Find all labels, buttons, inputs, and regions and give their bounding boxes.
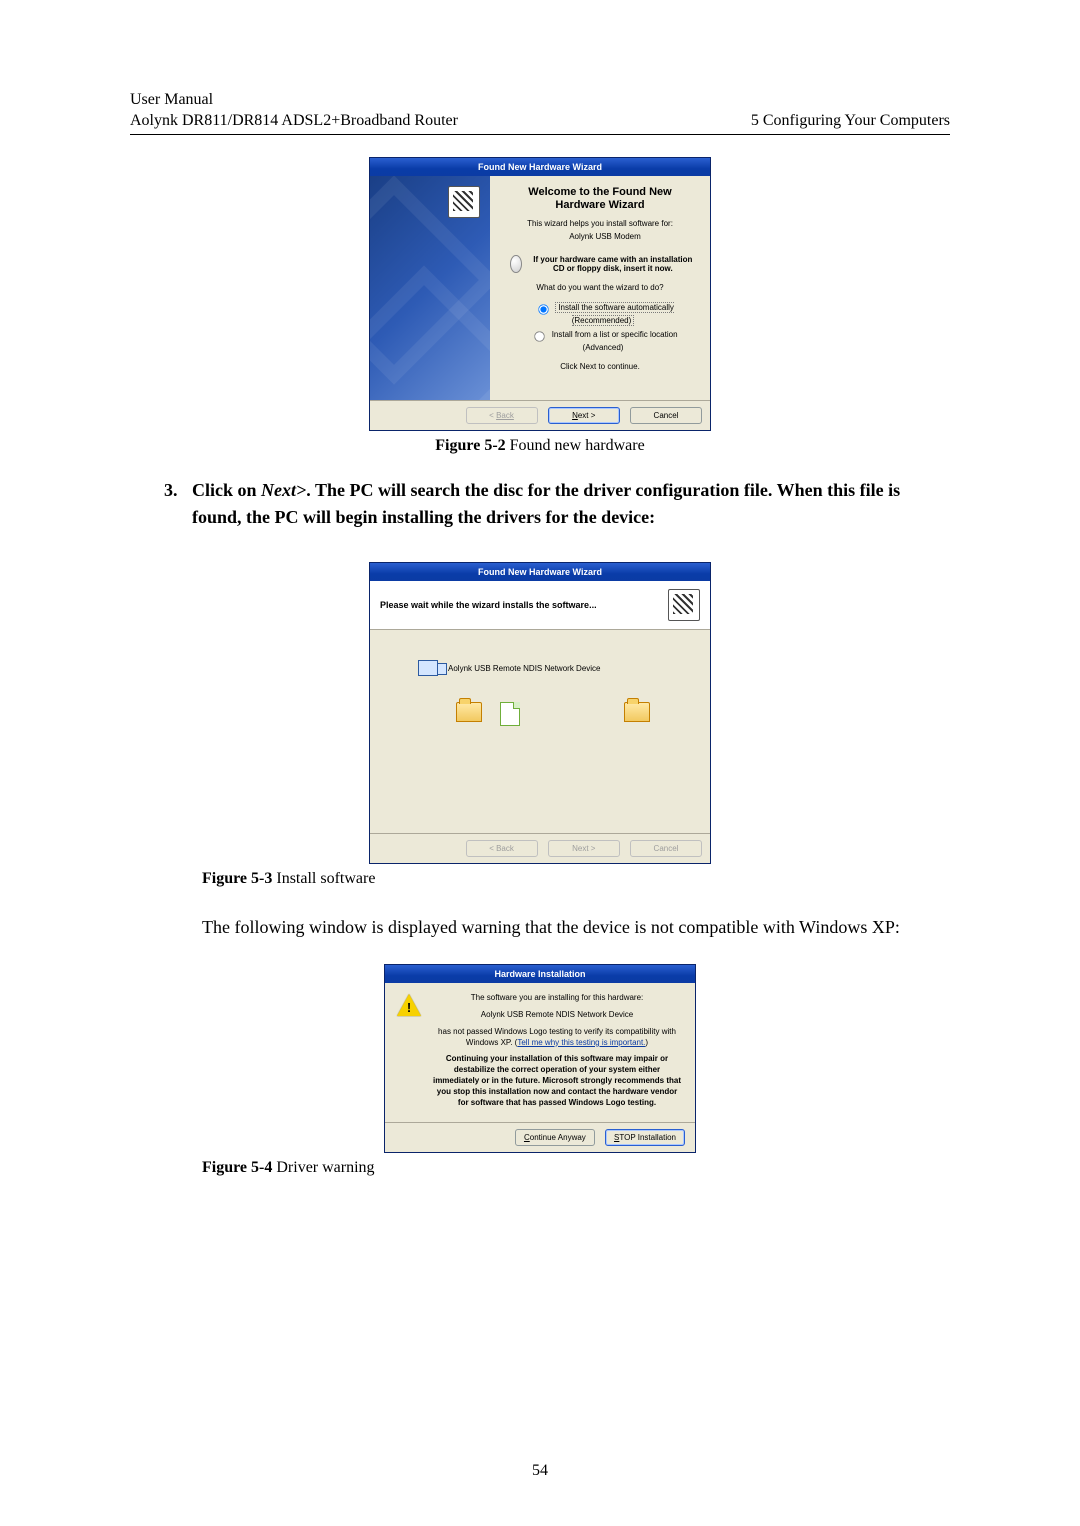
figure-5-4-caption: Figure 5-4 Driver warning xyxy=(202,1159,950,1177)
wizard-heading: Welcome to the Found New Hardware Wizard xyxy=(502,186,698,214)
wizard-intro: This wizard helps you install software f… xyxy=(502,219,698,228)
hardware-installation-warning-dialog: Hardware Installation The software you a… xyxy=(384,964,696,1153)
found-hardware-wizard-dialog: Found New Hardware Wizard Welcome to the… xyxy=(369,157,711,431)
install-progress-animation xyxy=(390,702,690,726)
dialog-button-bar: < Back Next > Cancel xyxy=(370,400,710,430)
install-device-name: Aolynk USB Remote NDIS Network Device xyxy=(448,664,601,673)
folder-icon xyxy=(456,702,482,722)
back-button: < Back xyxy=(466,407,538,424)
wizard-device-name: Aolynk USB Modem xyxy=(512,232,698,241)
option-list-label: Install from a list or specific location… xyxy=(552,330,678,352)
option-list-install[interactable]: Install from a list or specific location… xyxy=(509,326,697,353)
next-button: Next > xyxy=(548,840,620,857)
warn-logo-test: has not passed Windows Logo testing to v… xyxy=(431,1027,683,1049)
document-page: User Manual Aolynk DR811/DR814 ADSL2+Bro… xyxy=(0,0,1080,1526)
wizard-continue-hint: Click Next to continue. xyxy=(502,362,698,371)
header-line-1: User Manual xyxy=(130,90,950,111)
dialog-button-bar: < Back Next > Cancel xyxy=(370,833,710,863)
continue-anyway-button[interactable]: Continue Anyway xyxy=(515,1129,595,1146)
folder-icon xyxy=(624,702,650,722)
compat-paragraph: The following window is displayed warnin… xyxy=(202,914,950,942)
warning-icon xyxy=(397,993,421,1017)
warn-device: Aolynk USB Remote NDIS Network Device xyxy=(431,1010,683,1021)
step-3: 3. Click on Next>. The PC will search th… xyxy=(164,477,950,533)
header-section: 5 Configuring Your Computers xyxy=(751,111,950,132)
cd-hint-text: If your hardware came with an installati… xyxy=(533,255,692,273)
page-number: 54 xyxy=(0,1462,1080,1480)
step-text: Click on Next>. The PC will search the d… xyxy=(192,477,950,533)
warn-bold-text: Continuing your installation of this sof… xyxy=(431,1054,683,1108)
dialog-title-bar: Hardware Installation xyxy=(385,965,695,983)
header-product: Aolynk DR811/DR814 ADSL2+Broadband Route… xyxy=(130,111,458,132)
install-heading: Please wait while the wizard installs th… xyxy=(380,600,597,610)
cd-icon xyxy=(510,255,522,273)
dialog-title-bar: Found New Hardware Wizard xyxy=(370,158,710,176)
back-button: < Back xyxy=(466,840,538,857)
install-software-dialog: Found New Hardware Wizard Please wait wh… xyxy=(369,562,711,864)
wizard-question: What do you want the wizard to do? xyxy=(502,283,698,292)
dialog-button-bar: Continue Anyway STOP Installation xyxy=(385,1122,695,1152)
radio-auto[interactable] xyxy=(538,304,548,314)
figure-5-3-caption: Figure 5-3 Install software xyxy=(202,870,950,888)
radio-list[interactable] xyxy=(535,331,545,341)
warn-line-1: The software you are installing for this… xyxy=(431,993,683,1004)
network-device-icon xyxy=(418,660,438,676)
device-icon xyxy=(448,186,480,218)
document-icon xyxy=(500,702,520,726)
page-header: User Manual Aolynk DR811/DR814 ADSL2+Bro… xyxy=(130,90,950,135)
figure-5-2-caption: Figure 5-2 Found new hardware xyxy=(130,437,950,455)
cancel-button: Cancel xyxy=(630,840,702,857)
next-button[interactable]: Next > xyxy=(548,407,620,424)
option-auto-label: Install the software automatically (Reco… xyxy=(555,302,674,326)
why-testing-link[interactable]: Tell me why this testing is important. xyxy=(517,1038,645,1047)
step-number: 3. xyxy=(164,477,192,533)
cancel-button[interactable]: Cancel xyxy=(630,407,702,424)
dialog-title-bar: Found New Hardware Wizard xyxy=(370,563,710,581)
device-icon xyxy=(668,589,700,621)
wizard-side-graphic xyxy=(370,176,490,400)
option-auto-install[interactable]: Install the software automatically (Reco… xyxy=(509,299,697,326)
stop-installation-button[interactable]: STOP Installation xyxy=(605,1129,685,1146)
